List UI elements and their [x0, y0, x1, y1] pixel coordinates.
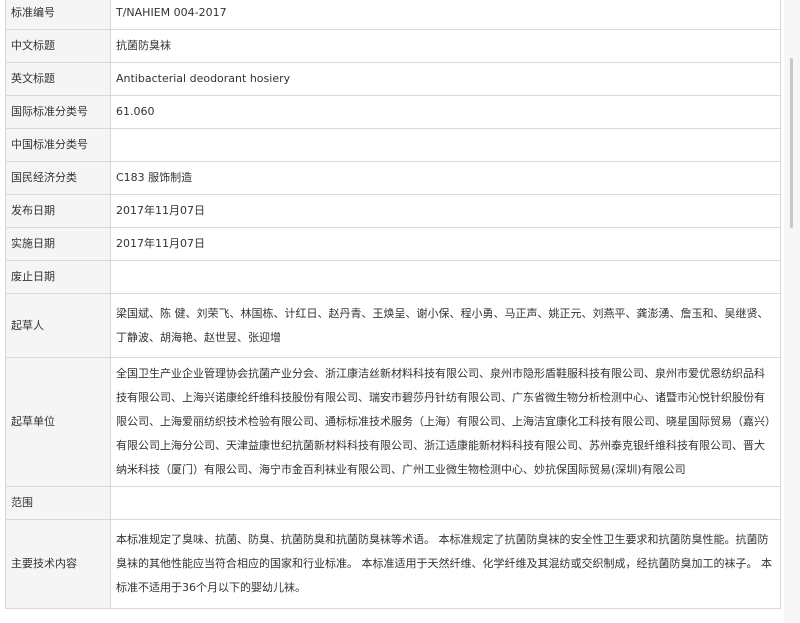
row-value: 抗菌防臭袜 [110, 29, 781, 63]
row-value: T/NAHIEM 004-2017 [110, 0, 781, 30]
table-row-chinese-title: 中文标题 抗菌防臭袜 [5, 29, 781, 63]
scrollbar-thumb[interactable] [790, 58, 793, 228]
row-value: Antibacterial deodorant hosiery [110, 62, 781, 96]
table-row-ccs: 中国标准分类号 [5, 128, 781, 162]
table-row-drafters: 起草人 梁国斌、陈 健、刘荣飞、林国栋、计红日、赵丹青、王焕呈、谢小保、程小勇、… [5, 293, 781, 358]
row-value [110, 128, 781, 162]
row-label: 废止日期 [5, 260, 111, 294]
row-label: 国际标准分类号 [5, 95, 111, 129]
table-row-english-title: 英文标题 Antibacterial deodorant hosiery [5, 62, 781, 96]
row-label: 国民经济分类 [5, 161, 111, 195]
row-value: 2017年11月07日 [110, 194, 781, 228]
row-value: C183 服饰制造 [110, 161, 781, 195]
row-value [110, 260, 781, 294]
table-row-standard-number: 标准编号 T/NAHIEM 004-2017 [5, 0, 781, 30]
table-row-drafting-units: 起草单位 全国卫生产业企业管理协会抗菌产业分会、浙江康洁丝新材料科技有限公司、泉… [5, 357, 781, 487]
row-label: 发布日期 [5, 194, 111, 228]
row-label: 标准编号 [5, 0, 111, 30]
table-row-main-content: 主要技术内容 本标准规定了臭味、抗菌、防臭、抗菌防臭和抗菌防臭袜等术语。 本标准… [5, 519, 781, 609]
row-label: 起草单位 [5, 357, 111, 487]
row-label: 中国标准分类号 [5, 128, 111, 162]
row-value: 全国卫生产业企业管理协会抗菌产业分会、浙江康洁丝新材料科技有限公司、泉州市隐形盾… [110, 357, 781, 487]
vertical-scrollbar[interactable] [784, 0, 800, 623]
table-row-economy-class: 国民经济分类 C183 服饰制造 [5, 161, 781, 195]
table-row-ics: 国际标准分类号 61.060 [5, 95, 781, 129]
table-row-publish-date: 发布日期 2017年11月07日 [5, 194, 781, 228]
row-label: 主要技术内容 [5, 519, 111, 609]
row-value: 2017年11月07日 [110, 227, 781, 261]
table-row-effective-date: 实施日期 2017年11月07日 [5, 227, 781, 261]
table-row-abolish-date: 废止日期 [5, 260, 781, 294]
row-label: 英文标题 [5, 62, 111, 96]
standard-info-table: 标准编号 T/NAHIEM 004-2017 中文标题 抗菌防臭袜 英文标题 A… [5, 0, 781, 609]
standard-detail-page: 标准编号 T/NAHIEM 004-2017 中文标题 抗菌防臭袜 英文标题 A… [5, 0, 781, 623]
row-label: 实施日期 [5, 227, 111, 261]
row-value: 梁国斌、陈 健、刘荣飞、林国栋、计红日、赵丹青、王焕呈、谢小保、程小勇、马正声、… [110, 293, 781, 358]
row-label: 中文标题 [5, 29, 111, 63]
table-row-scope: 范围 [5, 486, 781, 520]
row-value: 本标准规定了臭味、抗菌、防臭、抗菌防臭和抗菌防臭袜等术语。 本标准规定了抗菌防臭… [110, 519, 781, 609]
row-label: 起草人 [5, 293, 111, 358]
row-value: 61.060 [110, 95, 781, 129]
row-value [110, 486, 781, 520]
row-label: 范围 [5, 486, 111, 520]
